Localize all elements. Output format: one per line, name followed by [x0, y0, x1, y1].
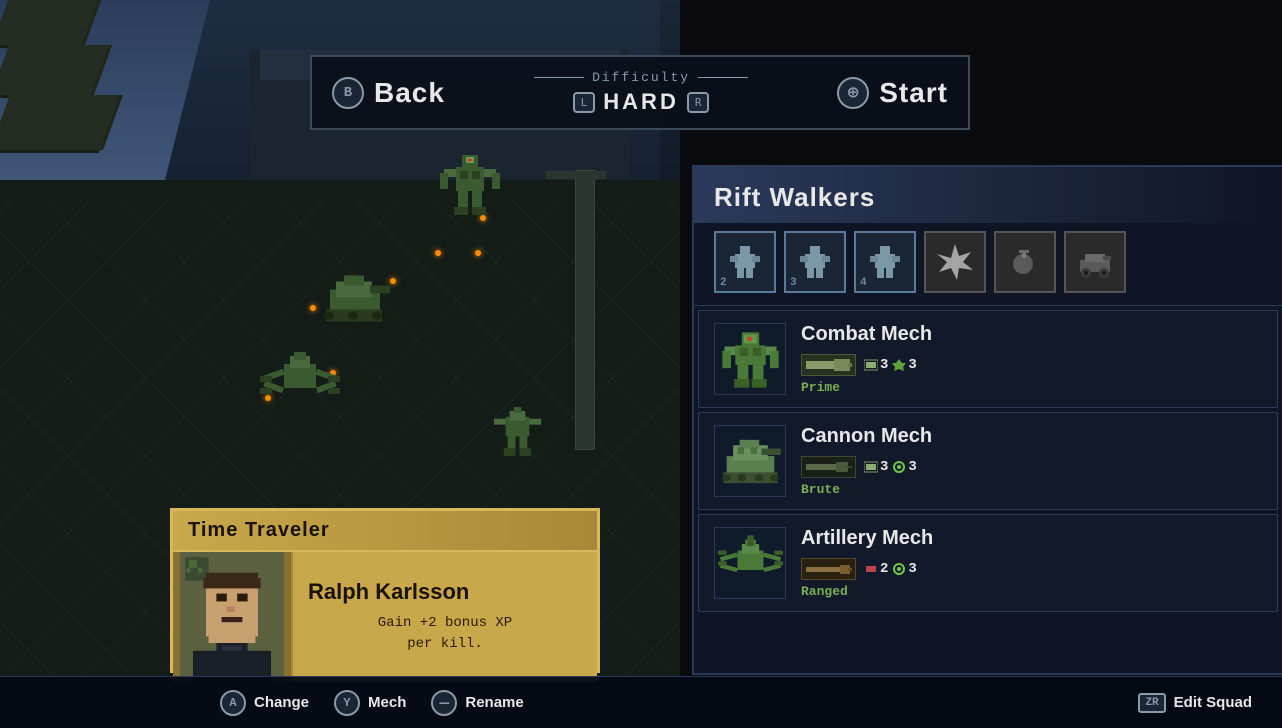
diff-line-left — [534, 77, 584, 78]
artillery-stat2: 3 — [892, 561, 916, 577]
mech-top-sprite — [440, 155, 500, 225]
combat-stat2: 3 — [892, 357, 916, 373]
edit-squad-btn-icon: ZR — [1138, 693, 1165, 713]
artillery-mech-item[interactable]: Artillery Mech 2 — [698, 514, 1278, 612]
artillery-mech-name: Artillery Mech — [801, 527, 1262, 550]
crane-structure — [575, 170, 595, 450]
artillery-stat-badges: 2 3 — [864, 561, 917, 577]
difficulty-section: Difficulty L HARD R — [534, 70, 748, 115]
back-btn-label: Back — [374, 77, 445, 109]
cannon-mech-info: Cannon Mech 3 — [801, 425, 1262, 497]
icon-slot-grenade[interactable] — [994, 231, 1056, 293]
artillery-stat1: 2 — [864, 561, 888, 577]
cannon-weapon-icon — [801, 456, 856, 478]
start-button[interactable]: ⊕ Start — [837, 77, 948, 109]
cannon-stat-badges: 3 3 — [864, 459, 917, 475]
combat-stat1: 3 — [864, 357, 888, 373]
combat-mech-info: Combat Mech 3 — [801, 323, 1262, 395]
action-buttons-left: A Change Y Mech — Rename — [220, 690, 524, 716]
artillery-mech-icon — [714, 527, 786, 599]
platform-3 — [0, 95, 120, 150]
mech-btn-label: Mech — [368, 694, 406, 711]
mech-small-sprite — [490, 400, 545, 465]
difficulty-controls: L HARD R — [573, 89, 710, 115]
glow-dot — [310, 305, 316, 311]
player-desc: Gain +2 bonus XP per kill. — [308, 613, 582, 655]
change-btn-icon: A — [220, 690, 246, 716]
difficulty-title: Difficulty — [592, 70, 690, 85]
icon-tray: 2 3 4 — [694, 223, 1282, 306]
edit-squad-button[interactable]: ZR Edit Squad — [1138, 693, 1252, 713]
icon-slot-mech3[interactable]: 3 — [784, 231, 846, 293]
combat-mech-item[interactable]: Combat Mech 3 — [698, 310, 1278, 408]
icon-slot-vehicle[interactable] — [1064, 231, 1126, 293]
back-button[interactable]: B Back — [332, 77, 445, 109]
cannon-mech-name: Cannon Mech — [801, 425, 1262, 448]
player-details: Ralph Karlsson Gain +2 bonus XP per kill… — [293, 552, 597, 682]
right-trigger-btn[interactable]: R — [687, 92, 710, 113]
player-avatar — [173, 552, 293, 682]
cannon-stat2: 3 — [892, 459, 916, 475]
combat-weapon-icon — [801, 354, 856, 376]
cannon-mech-item[interactable]: Cannon Mech 3 — [698, 412, 1278, 510]
diff-line-right — [698, 77, 748, 78]
edit-squad-btn-label: Edit Squad — [1174, 694, 1252, 711]
platform-1 — [0, 0, 98, 45]
icon-slot-mech2[interactable]: 2 — [714, 231, 776, 293]
platform-2 — [0, 45, 109, 95]
player-card-body: Ralph Karlsson Gain +2 bonus XP per kill… — [173, 552, 597, 682]
mech-button[interactable]: Y Mech — [334, 690, 406, 716]
combat-mech-weapon: 3 3 — [801, 354, 1262, 376]
rename-btn-label: Rename — [465, 694, 523, 711]
difficulty-value: HARD — [603, 89, 679, 115]
cannon-stat1: 3 — [864, 459, 888, 475]
icon-slot-mech4[interactable]: 4 — [854, 231, 916, 293]
artillery-mech-info: Artillery Mech 2 — [801, 527, 1262, 599]
mech-bot-spider — [260, 340, 340, 420]
change-button[interactable]: A Change — [220, 690, 309, 716]
cannon-variant: Brute — [801, 482, 1262, 497]
combat-mech-name: Combat Mech — [801, 323, 1262, 346]
artillery-variant: Ranged — [801, 584, 1262, 599]
glow-dot — [475, 250, 481, 256]
artillery-mech-weapon: 2 3 — [801, 558, 1262, 580]
combat-mech-icon — [714, 323, 786, 395]
back-btn-icon: B — [332, 77, 364, 109]
rename-button[interactable]: — Rename — [431, 690, 523, 716]
artillery-weapon-icon — [801, 558, 856, 580]
player-name: Ralph Karlsson — [308, 579, 582, 605]
combat-variant: Prime — [801, 380, 1262, 395]
mech-btn-icon: Y — [334, 690, 360, 716]
cannon-mech-weapon: 3 3 — [801, 456, 1262, 478]
player-card-title: Time Traveler — [173, 511, 597, 552]
icon-slot-explosion[interactable] — [924, 231, 986, 293]
combat-stat-badges: 3 3 — [864, 357, 917, 373]
rename-btn-icon: — — [431, 690, 457, 716]
start-btn-icon: ⊕ — [837, 77, 869, 109]
right-panel: Rift Walkers 2 3 — [692, 165, 1282, 675]
change-btn-label: Change — [254, 694, 309, 711]
left-trigger-btn[interactable]: L — [573, 92, 596, 113]
panel-title: Rift Walkers — [694, 167, 1282, 223]
mech-mid-sprite — [320, 265, 390, 330]
start-btn-label: Start — [879, 77, 948, 109]
cannon-mech-icon — [714, 425, 786, 497]
difficulty-header: Difficulty — [534, 70, 748, 85]
nav-bar: B Back Difficulty L HARD R ⊕ Start — [310, 55, 970, 130]
player-card: Time Traveler — [170, 508, 600, 673]
glow-dot — [435, 250, 441, 256]
glow-dot — [390, 278, 396, 284]
action-bar: A Change Y Mech — Rename ZR Edit Squad — [0, 676, 1282, 728]
